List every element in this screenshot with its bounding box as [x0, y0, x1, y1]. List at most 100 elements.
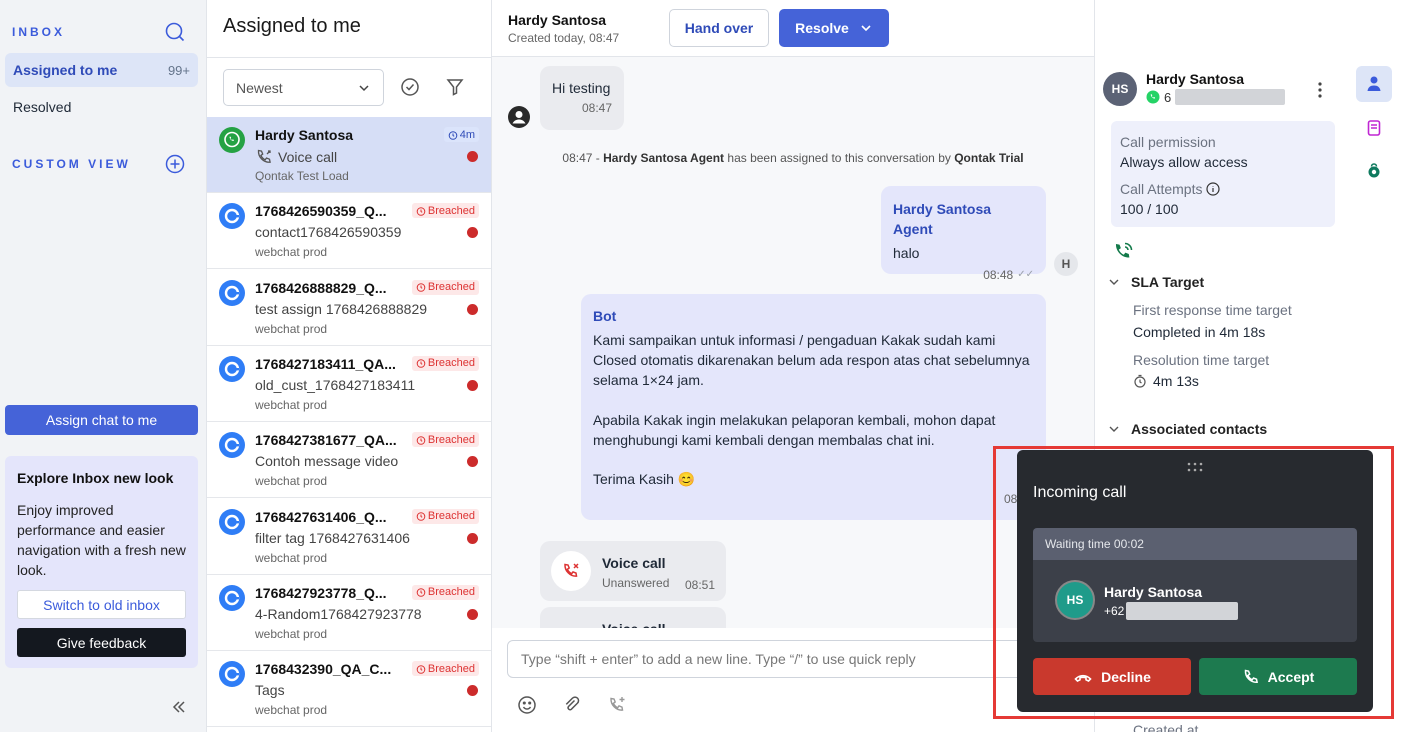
- add-circle-icon[interactable]: [164, 153, 186, 175]
- conversation-item[interactable]: 1768427381677_QA... Contoh message video w…: [207, 422, 491, 499]
- call-time: 08:51: [685, 578, 716, 592]
- conversation-preview: Tags: [255, 682, 285, 698]
- add-call-icon[interactable]: [606, 694, 628, 716]
- whatsapp-icon: [219, 127, 245, 153]
- hang-up-icon: [1073, 670, 1093, 684]
- whatsapp-icon: [1146, 90, 1160, 104]
- clock-icon: [416, 511, 426, 521]
- conversation-source: webchat prod: [255, 397, 328, 412]
- sort-select[interactable]: Newest: [223, 69, 384, 106]
- collapse-sidebar-icon[interactable]: [170, 698, 188, 716]
- switch-old-inbox-button[interactable]: Switch to old inbox: [17, 590, 186, 619]
- clock-icon: [416, 587, 426, 598]
- incoming-call-title: Incoming call: [1033, 484, 1127, 501]
- conversation-name: 1768427183411_QA...: [255, 355, 396, 372]
- sla-badge: Breached: [411, 203, 479, 219]
- conversation-preview: test assign 1768426888829: [255, 301, 427, 317]
- conversation-item[interactable]: 1768426590359_Q... contact1768426590359 we…: [207, 193, 491, 270]
- contact-tab[interactable]: [1356, 66, 1392, 102]
- conversation-source: webchat prod: [255, 245, 328, 260]
- nav-resolved[interactable]: Resolved: [5, 90, 198, 124]
- notebook-icon: [1365, 119, 1383, 137]
- clock-icon: [416, 435, 426, 445]
- webchat-icon: [219, 508, 245, 535]
- user-avatar-icon: [508, 106, 530, 128]
- message-bubble-outgoing: Hardy Santosa Agent halo 08:48 ✓✓: [881, 186, 1046, 282]
- filter-icon[interactable]: [444, 76, 466, 98]
- unread-dot: [467, 303, 478, 315]
- chevron-down-icon: [1107, 422, 1121, 436]
- resolve-button[interactable]: Resolve: [779, 9, 889, 47]
- call-status: Unanswered: [602, 576, 670, 590]
- conversation-item[interactable]: 1768432390_QA_C... Tags webchat prod Breach…: [207, 651, 491, 728]
- sla-heading: SLA Target: [1131, 274, 1205, 290]
- conversation-item[interactable]: Hardy Santosa Voice call Qontak Test Load 4…: [207, 117, 491, 193]
- contact-avatar: HS: [1103, 72, 1137, 106]
- check-circle-icon[interactable]: [399, 76, 421, 98]
- preview-text: contact1768426590359: [255, 224, 402, 241]
- conversation-item[interactable]: 1768427183411_QA... old_cust_176842718341…: [207, 345, 491, 422]
- contact-phone: 6: [1146, 89, 1286, 105]
- badge-text: 4m: [459, 128, 475, 141]
- caller-name: Hardy Santosa: [1104, 584, 1203, 600]
- integration-tab[interactable]: [1356, 152, 1392, 188]
- more-options-icon[interactable]: [1309, 79, 1331, 101]
- masked-phone: [1175, 89, 1286, 105]
- conversation-source: webchat prod: [255, 550, 328, 565]
- contact-name: Hardy Santosa: [1146, 71, 1245, 87]
- search-icon[interactable]: [164, 21, 186, 43]
- message-text: halo: [893, 245, 920, 261]
- message-time: 08:48: [983, 268, 1014, 282]
- voice-call-icon: [255, 148, 273, 166]
- notes-tab[interactable]: [1356, 110, 1392, 146]
- emoji-icon[interactable]: [516, 694, 538, 716]
- agent-avatar: H: [1054, 252, 1078, 276]
- conversation-source: webchat prod: [255, 703, 328, 718]
- drag-handle-icon[interactable]: [1185, 460, 1205, 474]
- assign-chat-button[interactable]: Assign chat to me: [5, 405, 198, 435]
- unread-dot: [467, 685, 478, 697]
- clock-icon: [416, 206, 426, 216]
- badge-text: Breached: [427, 586, 475, 599]
- chevron-down-icon: [357, 81, 371, 95]
- preview-text: test assign 1768426888829: [255, 300, 428, 317]
- badge-text: Breached: [427, 662, 475, 675]
- nav-assigned-to-me[interactable]: Assigned to me 99+: [5, 53, 198, 87]
- unread-dot: [467, 151, 478, 162]
- clock-icon: [416, 282, 426, 292]
- webchat-icon: [219, 279, 245, 306]
- conversation-preview: old_cust_1768427183411: [255, 377, 415, 393]
- phone-prefix: 6: [1164, 89, 1172, 105]
- contact-name: Hardy Santosa: [508, 12, 607, 28]
- call-permission-label: Call permission: [1120, 134, 1216, 150]
- info-icon[interactable]: [1206, 182, 1221, 196]
- attachment-icon[interactable]: [561, 694, 583, 716]
- message-time: 08:51: [593, 489, 1034, 509]
- clock-icon: [448, 130, 458, 140]
- hand-over-button[interactable]: Hand over: [669, 9, 769, 47]
- preview-text: Tags: [255, 682, 285, 699]
- conversation-list-panel: Assigned to me Newest Hardy Santosa Voice…: [207, 0, 492, 732]
- decline-label: Decline: [1101, 668, 1151, 685]
- voice-call-bubble: Voice call Unanswered 08:51: [540, 541, 726, 601]
- conversation-item[interactable]: 1768427923778_Q... 4-Random1768427923778 w…: [207, 574, 491, 651]
- bot-message-bubble: Bot Kami sampaikan untuk informasi / pen…: [581, 294, 1046, 520]
- conversation-preview: filter tag 1768427631406: [255, 530, 410, 546]
- accept-call-button[interactable]: Accept: [1199, 658, 1357, 695]
- give-feedback-button[interactable]: Give feedback: [17, 628, 186, 657]
- inbox-heading: INBOX: [12, 25, 66, 39]
- conversation-name: 1768426590359_Q...: [255, 203, 387, 220]
- chevron-down-icon: [859, 21, 873, 35]
- preview-text: Contoh message video: [255, 453, 399, 470]
- sla-badge: Breached: [411, 432, 479, 448]
- call-attempts-label: Call Attempts: [1120, 181, 1203, 197]
- unread-dot: [467, 532, 478, 544]
- associated-contacts-toggle[interactable]: Associated contacts: [1107, 421, 1267, 437]
- conversation-item[interactable]: 1768427631406_Q... filter tag 17684276314…: [207, 498, 491, 575]
- phone-call-icon[interactable]: [1111, 240, 1135, 264]
- timer-icon: [1133, 374, 1147, 388]
- conversation-item[interactable]: 1768426888829_Q... test assign 1768426888…: [207, 269, 491, 346]
- webchat-icon: [219, 203, 245, 230]
- decline-call-button[interactable]: Decline: [1033, 658, 1191, 695]
- sla-target-toggle[interactable]: SLA Target: [1107, 274, 1204, 290]
